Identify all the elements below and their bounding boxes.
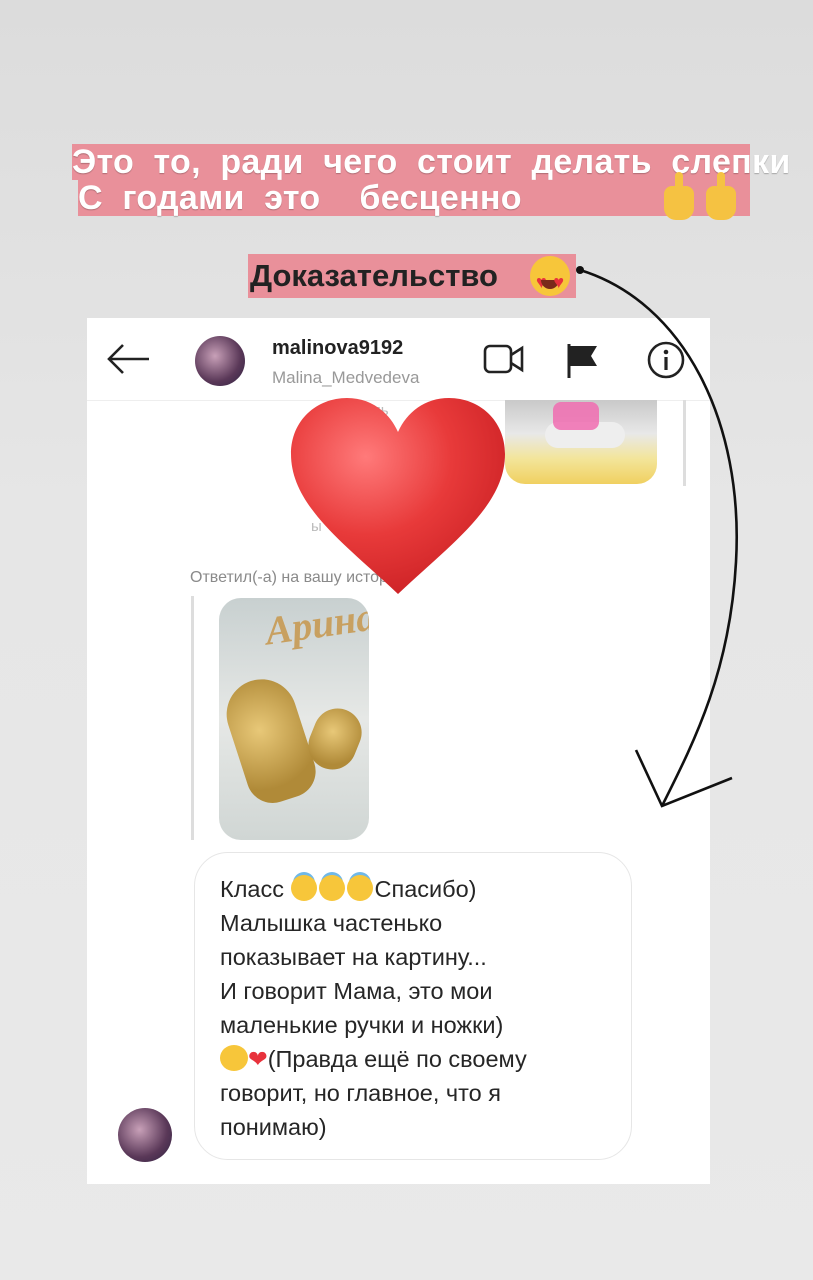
pointing-up-icon xyxy=(664,172,694,220)
message-line: говорит, но главное, что я xyxy=(220,1080,501,1106)
heart-icon: ❤ xyxy=(248,1046,268,1072)
smiling-halo-icon xyxy=(318,875,345,901)
video-call-icon[interactable] xyxy=(483,342,525,376)
smiling-halo-icon xyxy=(290,875,317,901)
chat-fullname: Malina_Medvedeva xyxy=(272,368,420,387)
pointing-up-icon xyxy=(706,172,736,220)
story-preview-image[interactable]: Арина xyxy=(219,598,369,840)
message-line: И говорит Мама, это мои xyxy=(220,978,493,1004)
avatar[interactable] xyxy=(118,1108,172,1162)
proof-label: Доказательство xyxy=(248,254,576,304)
reply-bar xyxy=(191,596,194,840)
caption-line-1: Это то, ради чего стоит делать слепки xyxy=(72,143,791,181)
message-text: Класс Спасибо) Малышка частенько показыв… xyxy=(220,872,620,1144)
smiling-halo-icon xyxy=(346,875,373,901)
message-line: показывает на картину... xyxy=(220,944,487,970)
caption-line-2: С годами это бесценно xyxy=(78,180,750,216)
drawn-arrow-icon xyxy=(576,266,738,808)
chat-username[interactable]: malinova9192 xyxy=(272,337,403,360)
back-arrow-icon[interactable] xyxy=(105,342,151,376)
message-line: (Правда ещё по своему xyxy=(267,1046,527,1072)
message-line: Спасибо) xyxy=(374,876,477,902)
foot-cast xyxy=(219,670,323,810)
story-name-text: Арина xyxy=(262,598,369,654)
message-line: Малышка частенько xyxy=(220,910,443,936)
proof-text: Доказательство xyxy=(250,258,498,293)
avatar[interactable] xyxy=(195,336,245,386)
message-line: Класс xyxy=(220,876,291,902)
message-line: маленькие ручки и ножки) xyxy=(220,1012,504,1038)
heart-sticker-icon xyxy=(291,398,505,594)
heart-eyes-icon xyxy=(530,256,570,304)
message-line: понимаю) xyxy=(220,1114,327,1140)
hugging-face-icon xyxy=(220,1045,248,1071)
